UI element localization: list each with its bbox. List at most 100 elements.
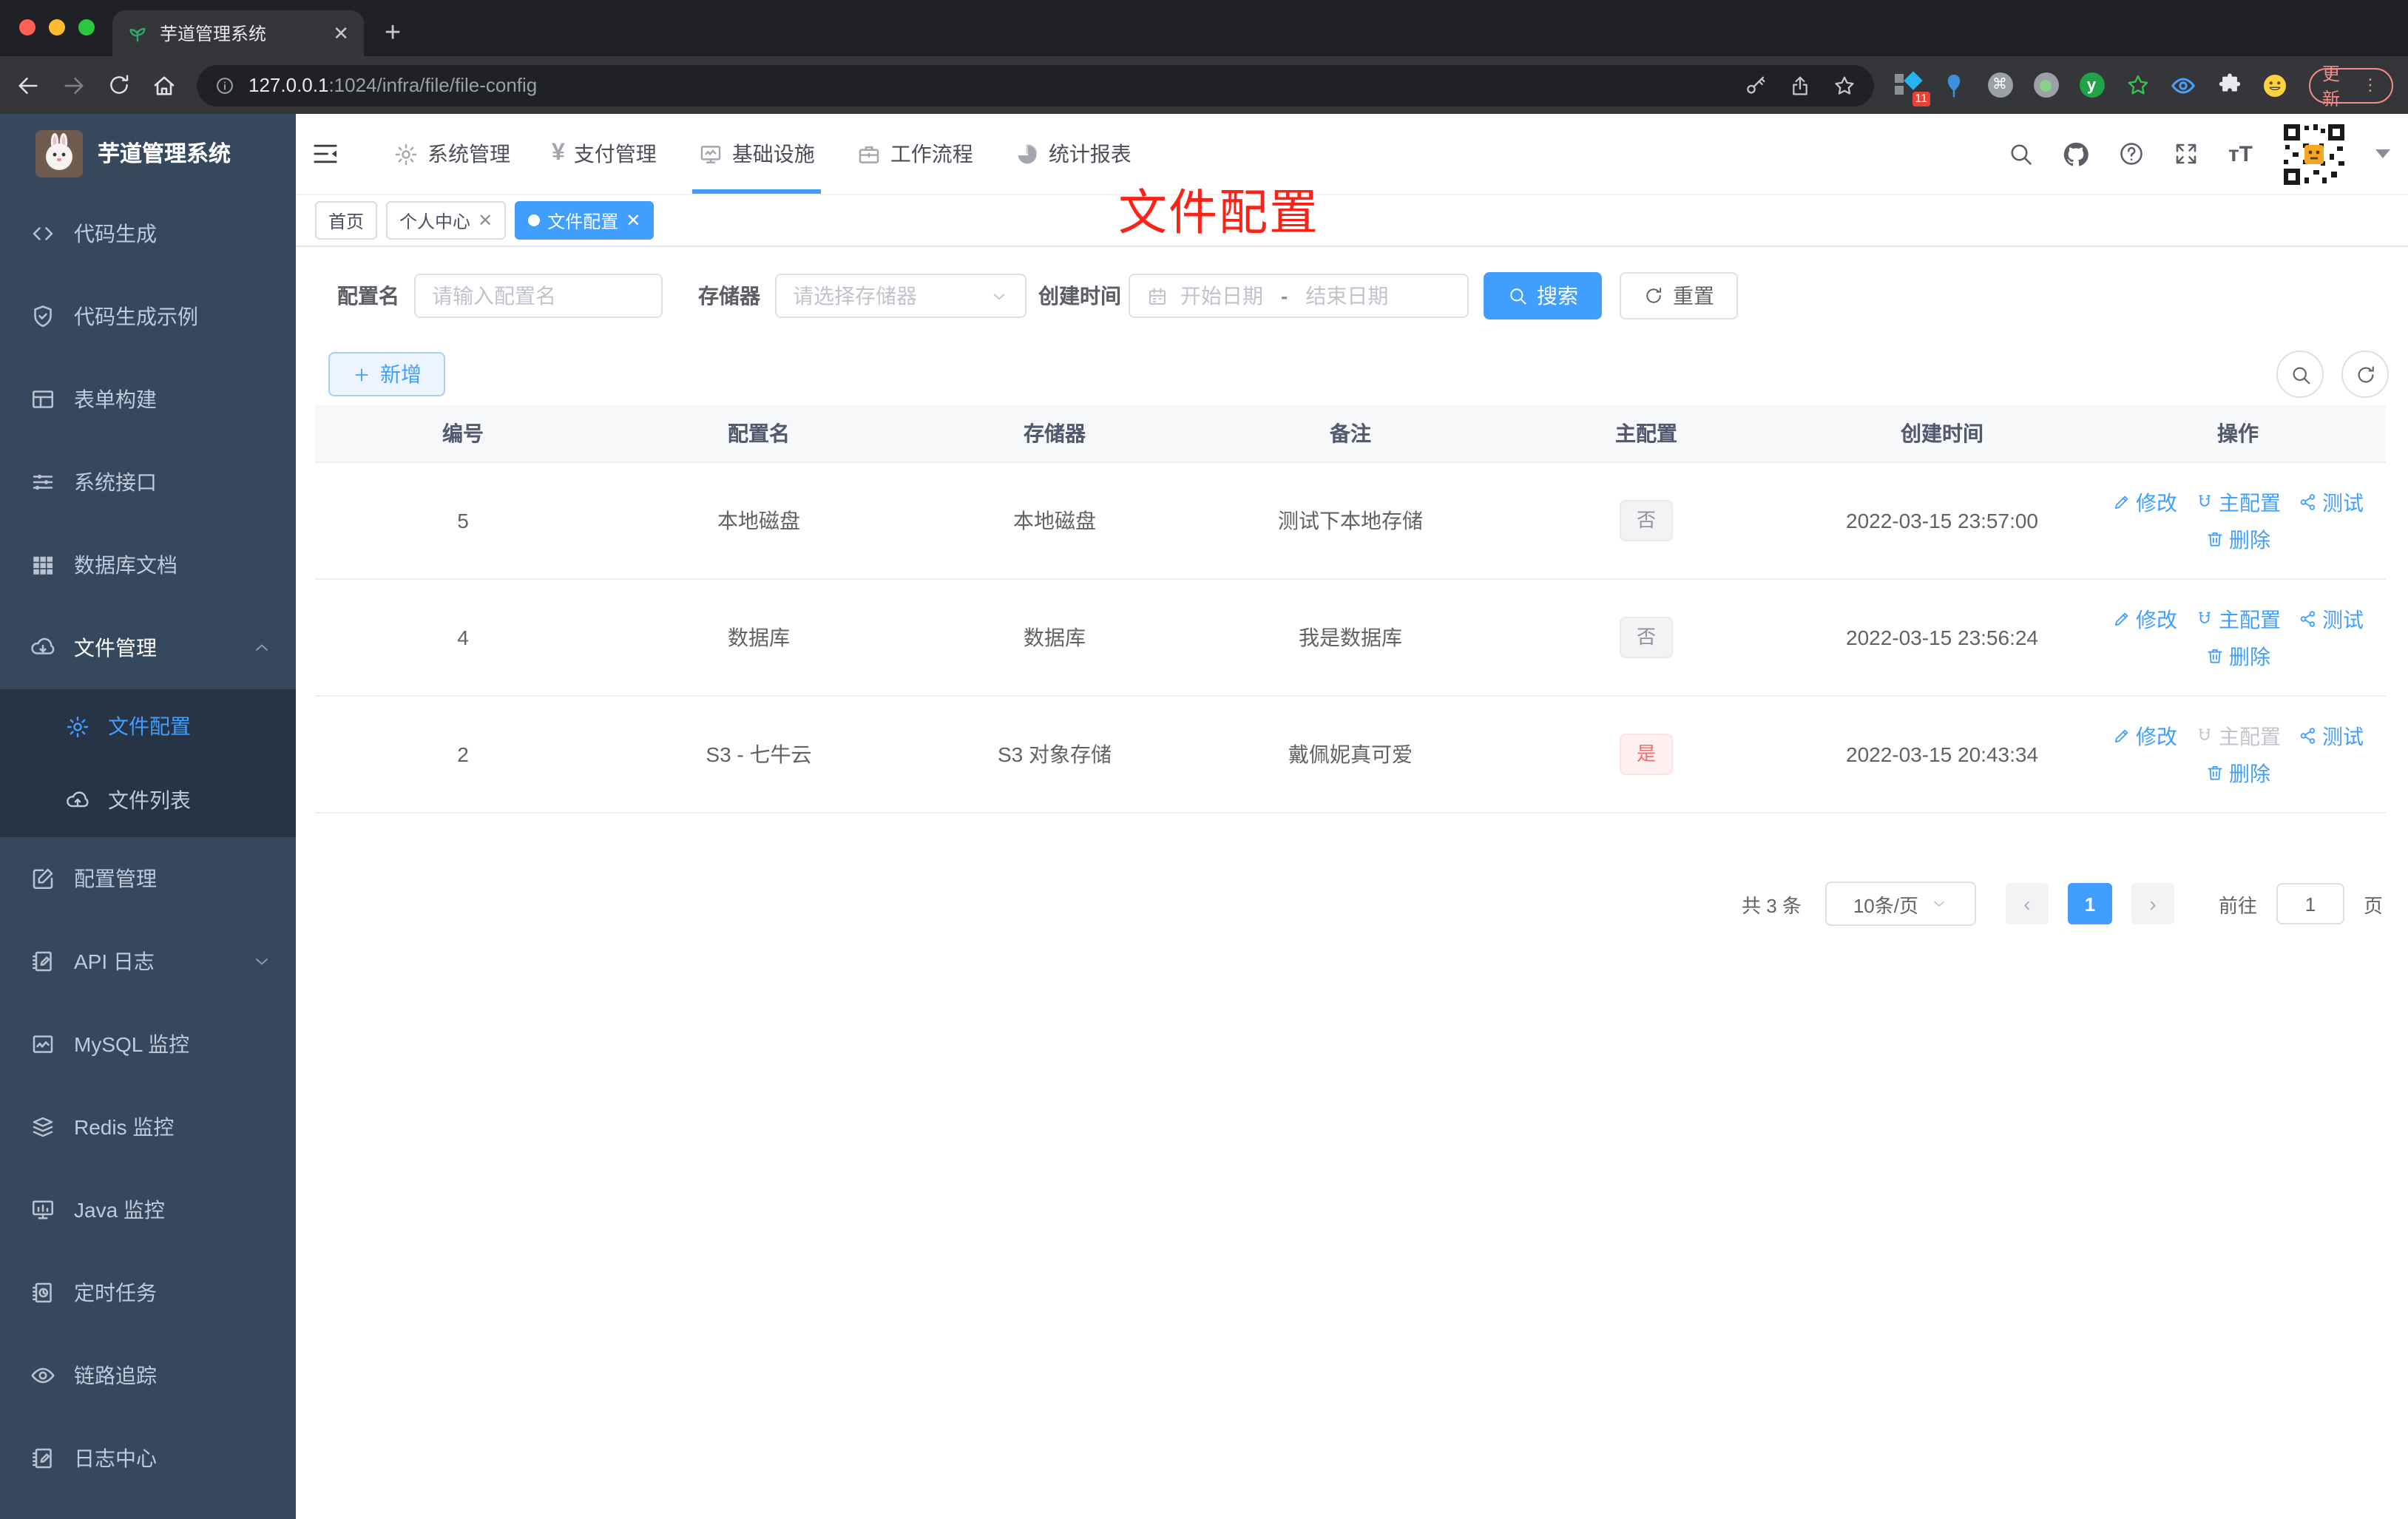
user-dropdown-caret-icon[interactable] xyxy=(2375,149,2390,158)
edit-link[interactable]: 修改 xyxy=(2112,721,2177,751)
test-link[interactable]: 测试 xyxy=(2299,721,2364,751)
sidebar-item-label: 数据库文档 xyxy=(74,553,177,577)
tag-manager-extension-icon[interactable]: 11 xyxy=(1895,70,1930,106)
add-button[interactable]: 新增 xyxy=(328,352,445,396)
browser-toolbar: 127.0.0.1:1024/infra/file/file-config 11… xyxy=(0,56,2408,114)
set-master-link[interactable]: 主配置 xyxy=(2195,604,2281,634)
address-bar[interactable]: 127.0.0.1:1024/infra/file/file-config xyxy=(197,64,1874,106)
pagination-total: 共 3 条 xyxy=(1742,894,1802,916)
edit-link[interactable]: 修改 xyxy=(2112,487,2177,517)
search-button[interactable]: 搜索 xyxy=(1484,272,1602,319)
sidebar-item-java-monitor[interactable]: Java 监控 xyxy=(0,1168,296,1251)
share-icon[interactable] xyxy=(1788,73,1812,97)
config-name-input[interactable] xyxy=(414,274,663,318)
prev-page-button[interactable]: ‹ xyxy=(2005,883,2049,924)
set-master-link[interactable]: 主配置 xyxy=(2195,487,2281,517)
window-minimize-button[interactable] xyxy=(49,19,65,35)
help-icon[interactable] xyxy=(2119,141,2145,167)
next-page-button[interactable]: › xyxy=(2131,883,2174,924)
sidebar-item-db-doc[interactable]: 数据库文档 xyxy=(0,524,296,606)
sidebar-item-log-center[interactable]: 日志中心 xyxy=(0,1417,296,1500)
tags-view: 首页 个人中心 ✕ 文件配置 ✕ xyxy=(296,195,2408,247)
sidebar-item-file-management[interactable]: 文件管理 xyxy=(0,606,296,689)
pencil-icon xyxy=(2112,609,2131,629)
tab-workflow[interactable]: 工作流程 xyxy=(836,114,994,194)
window-zoom-button[interactable] xyxy=(78,19,95,35)
date-range-picker[interactable]: 开始日期 - 结束日期 xyxy=(1129,274,1469,318)
balloon-extension-icon[interactable] xyxy=(1941,72,1967,98)
star-extension-icon[interactable] xyxy=(2124,72,2151,98)
test-link[interactable]: 测试 xyxy=(2299,604,2364,634)
tab-system-management[interactable]: 系统管理 xyxy=(373,114,531,194)
reset-button[interactable]: 重置 xyxy=(1620,272,1738,319)
sidebar-item-scheduled-tasks[interactable]: 定时任务 xyxy=(0,1251,296,1334)
cell-storage: 数据库 xyxy=(907,579,1203,697)
sidebar-item-code-generation[interactable]: 代码生成 xyxy=(0,192,296,275)
delete-link[interactable]: 删除 xyxy=(2205,758,2270,788)
sidebar-fold-icon[interactable] xyxy=(311,139,340,169)
home-icon[interactable] xyxy=(151,72,177,98)
sidebar-item-tracing[interactable]: 链路追踪 xyxy=(0,1334,296,1417)
tag-profile[interactable]: 个人中心 ✕ xyxy=(386,201,507,240)
toggle-search-button[interactable] xyxy=(2276,351,2324,398)
sidebar-item-file-list[interactable]: 文件列表 xyxy=(0,763,296,837)
forward-icon[interactable] xyxy=(61,72,87,98)
font-size-icon[interactable]: ᴛT xyxy=(2228,141,2253,166)
edit-link[interactable]: 修改 xyxy=(2112,604,2177,634)
close-icon[interactable]: ✕ xyxy=(626,210,640,231)
password-key-icon[interactable] xyxy=(1744,73,1768,97)
sidebar-logo-row[interactable]: 芋道管理系统 xyxy=(0,114,296,192)
sidebar-item-code-gen-example[interactable]: 代码生成示例 xyxy=(0,275,296,358)
page-size-select[interactable]: 10条/页 xyxy=(1824,882,1976,926)
delete-link[interactable]: 删除 xyxy=(2205,641,2270,671)
test-link[interactable]: 测试 xyxy=(2299,487,2364,517)
fullscreen-icon[interactable] xyxy=(2174,141,2200,167)
config-name-field[interactable] xyxy=(432,284,645,308)
extension-icons: 11 ⌘ y xyxy=(1895,70,2288,106)
extension-badge: 11 xyxy=(1912,91,1930,106)
chevron-up-icon xyxy=(251,637,272,658)
refresh-table-button[interactable] xyxy=(2341,351,2389,398)
sidebar-item-form-builder[interactable]: 表单构建 xyxy=(0,358,296,441)
url-path: :1024/infra/file/file-config xyxy=(328,74,538,96)
back-icon[interactable] xyxy=(15,72,41,98)
master-badge: 否 xyxy=(1620,500,1672,541)
url-text: 127.0.0.1:1024/infra/file/file-config xyxy=(248,74,1723,96)
command-extension-icon[interactable]: ⌘ xyxy=(1986,72,2013,98)
reload-icon[interactable] xyxy=(106,72,132,98)
master-badge: 是 xyxy=(1620,734,1672,775)
sidebar-item-system-api[interactable]: 系统接口 xyxy=(0,441,296,524)
eye-extension-icon[interactable] xyxy=(2170,72,2196,98)
site-info-icon[interactable] xyxy=(214,75,235,95)
sidebar-item-mysql-monitor[interactable]: MySQL 监控 xyxy=(0,1003,296,1086)
cell-id: 4 xyxy=(315,579,611,697)
page-1-button[interactable]: 1 xyxy=(2067,883,2112,924)
recorder-extension-icon[interactable] xyxy=(2032,72,2059,98)
bookmark-star-icon[interactable] xyxy=(1833,73,1856,97)
close-icon[interactable]: ✕ xyxy=(478,210,493,231)
sidebar-item-label: 文件管理 xyxy=(74,636,157,660)
tag-home[interactable]: 首页 xyxy=(315,201,378,240)
y-extension-icon[interactable]: y xyxy=(2078,72,2105,98)
window-close-button[interactable] xyxy=(19,19,35,35)
search-icon[interactable] xyxy=(2008,141,2035,167)
sidebar-item-redis-monitor[interactable]: Redis 监控 xyxy=(0,1086,296,1168)
chrome-update-button[interactable]: 更新 ⋮ xyxy=(2309,63,2393,109)
tab-infrastructure[interactable]: 基础设施 xyxy=(677,114,836,194)
sidebar-item-config-management[interactable]: 配置管理 xyxy=(0,837,296,920)
storage-select[interactable]: 请选择存储器 xyxy=(775,274,1027,318)
emoji-extension-icon[interactable] xyxy=(2262,72,2288,98)
new-tab-button[interactable]: + xyxy=(385,18,401,50)
puzzle-extensions-icon[interactable] xyxy=(2216,72,2242,98)
delete-link[interactable]: 删除 xyxy=(2205,524,2270,554)
user-avatar-qr[interactable] xyxy=(2281,121,2347,187)
tag-file-config[interactable]: 文件配置 ✕ xyxy=(515,201,655,240)
sidebar-item-file-config[interactable]: 文件配置 xyxy=(0,689,296,763)
tab-close-icon[interactable]: ✕ xyxy=(333,21,349,45)
sidebar-item-api-log[interactable]: API 日志 xyxy=(0,920,296,1003)
goto-page-input[interactable] xyxy=(2276,883,2344,924)
github-icon[interactable] xyxy=(2063,140,2091,168)
tab-payment-management[interactable]: ¥ 支付管理 xyxy=(531,114,677,194)
sidebar-item-label: 定时任务 xyxy=(74,1281,157,1305)
browser-tab[interactable]: 芋道管理系统 ✕ xyxy=(112,10,364,56)
